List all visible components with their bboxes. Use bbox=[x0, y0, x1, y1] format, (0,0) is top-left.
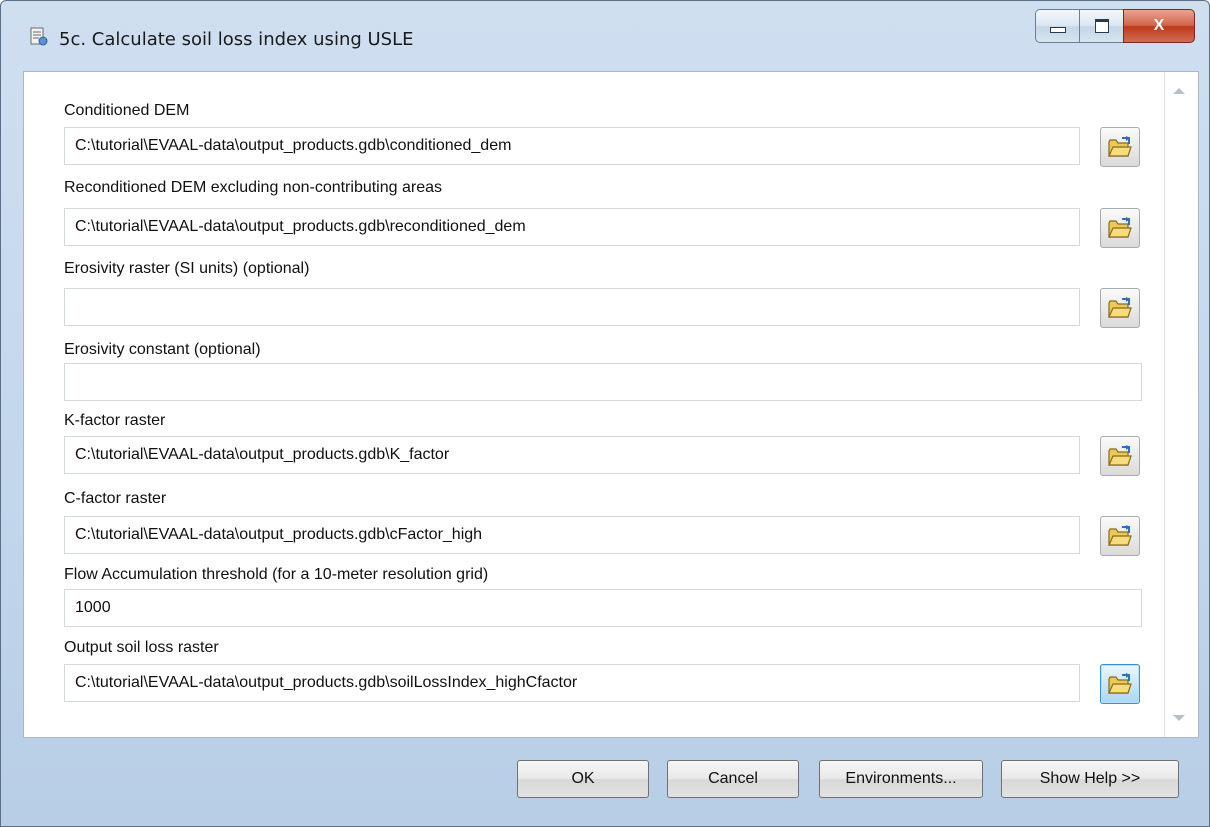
title-bar[interactable]: 5c. Calculate soil loss index using USLE… bbox=[1, 1, 1209, 71]
window-title: 5c. Calculate soil loss index using USLE bbox=[59, 29, 414, 50]
erosivity-raster-browse-button[interactable] bbox=[1100, 288, 1140, 328]
output-soil-loss-raster-label: Output soil loss raster bbox=[64, 639, 219, 656]
close-button[interactable]: X bbox=[1123, 9, 1195, 43]
open-folder-icon bbox=[1108, 673, 1132, 694]
caption-buttons: X bbox=[1035, 9, 1195, 45]
maximize-icon bbox=[1094, 19, 1109, 33]
c-factor-raster-label: C-factor raster bbox=[64, 490, 167, 507]
reconditioned-dem-browse-button[interactable] bbox=[1100, 208, 1140, 248]
conditioned-dem-input[interactable]: C:\tutorial\EVAAL-data\output_products.g… bbox=[64, 127, 1080, 165]
close-icon: X bbox=[1153, 17, 1165, 34]
show-help-button[interactable]: Show Help >> bbox=[1001, 760, 1179, 798]
open-folder-icon bbox=[1108, 217, 1132, 238]
reconditioned-dem-label: Reconditioned DEM excluding non-contribu… bbox=[64, 179, 442, 196]
scroll-down-icon[interactable] bbox=[1173, 715, 1185, 721]
output-soil-loss-raster-input[interactable]: C:\tutorial\EVAAL-data\output_products.g… bbox=[64, 664, 1080, 702]
flow-accumulation-threshold-input[interactable]: 1000 bbox=[64, 589, 1142, 627]
minimize-button[interactable] bbox=[1035, 9, 1079, 43]
erosivity-constant-label: Erosivity constant (optional) bbox=[64, 341, 261, 358]
erosivity-constant-input[interactable] bbox=[64, 363, 1142, 401]
k-factor-raster-input[interactable]: C:\tutorial\EVAAL-data\output_products.g… bbox=[64, 436, 1080, 474]
toolbox-script-icon bbox=[30, 27, 48, 46]
tool-dialog-window: 5c. Calculate soil loss index using USLE… bbox=[0, 0, 1210, 827]
output-soil-loss-raster-browse-button[interactable] bbox=[1100, 664, 1140, 704]
scroll-up-icon[interactable] bbox=[1173, 88, 1185, 94]
conditioned-dem-label: Conditioned DEM bbox=[64, 102, 190, 119]
c-factor-raster-input[interactable]: C:\tutorial\EVAAL-data\output_products.g… bbox=[64, 516, 1080, 554]
environments-button[interactable]: Environments... bbox=[819, 760, 983, 798]
ok-button[interactable]: OK bbox=[517, 760, 649, 798]
button-bar: OK Cancel Environments... Show Help >> bbox=[23, 738, 1199, 818]
reconditioned-dem-input[interactable]: C:\tutorial\EVAAL-data\output_products.g… bbox=[64, 208, 1080, 246]
flow-accumulation-threshold-label: Flow Accumulation threshold (for a 10-me… bbox=[64, 566, 489, 583]
erosivity-raster-input[interactable] bbox=[64, 288, 1080, 326]
open-folder-icon bbox=[1108, 136, 1132, 157]
open-folder-icon bbox=[1108, 297, 1132, 318]
vertical-scrollbar[interactable] bbox=[1164, 72, 1198, 737]
c-factor-raster-browse-button[interactable] bbox=[1100, 516, 1140, 556]
k-factor-raster-browse-button[interactable] bbox=[1100, 436, 1140, 476]
open-folder-icon bbox=[1108, 525, 1132, 546]
minimize-icon bbox=[1049, 27, 1066, 33]
cancel-button[interactable]: Cancel bbox=[667, 760, 799, 798]
erosivity-raster-label: Erosivity raster (SI units) (optional) bbox=[64, 260, 310, 277]
k-factor-raster-label: K-factor raster bbox=[64, 412, 166, 429]
maximize-button[interactable] bbox=[1079, 9, 1123, 43]
parameters-panel: Conditioned DEM C:\tutorial\EVAAL-data\o… bbox=[23, 71, 1199, 738]
conditioned-dem-browse-button[interactable] bbox=[1100, 127, 1140, 167]
open-folder-icon bbox=[1108, 445, 1132, 466]
